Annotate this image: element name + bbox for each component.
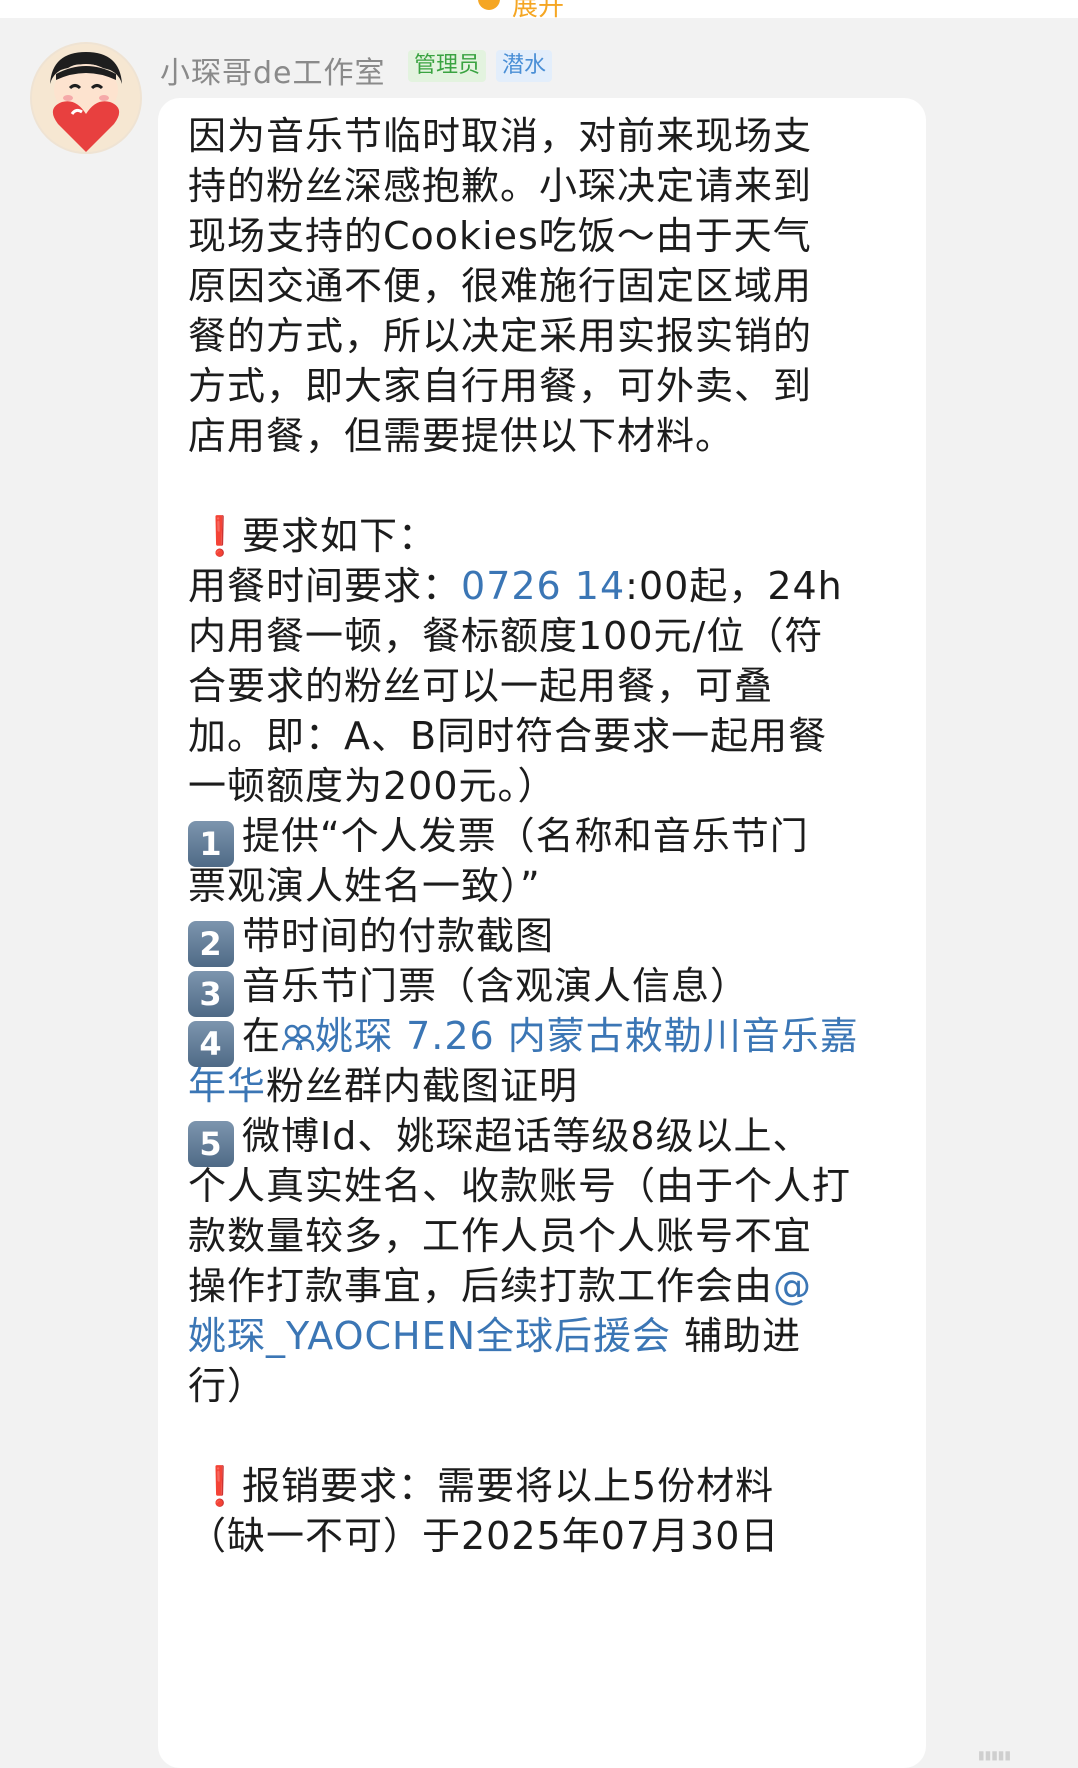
admin-badge: 管理员 [408,50,487,82]
reimbursement-title: 报销要求：需要将以上5份材料 [242,1464,775,1508]
requirements-title: 要求如下： [242,514,438,558]
message-line: 持的粉丝深感抱歉。小琛决定请来到 [188,164,813,208]
list-item-text: 辅助进 [671,1314,802,1358]
message-line: 店用餐，但需要提供以下材料。 [188,414,735,458]
message-bubble[interactable]: 因为音乐节临时取消，对前来现场支 持的粉丝深感抱歉。小琛决定请来到 现场支持的C… [158,98,926,1768]
message-line: （缺一不可）于2025年07月30日 [188,1514,780,1558]
message-line: 合要求的粉丝可以一起用餐，可叠 [188,664,774,708]
list-item-2: 2 带时间的付款截图 [188,908,555,967]
exclamation-icon: ❗ [196,1464,245,1508]
mention-at-sign[interactable]: @ [773,1264,812,1308]
message-line: 一顿额度为200元。） [188,764,557,808]
list-item-text: 微博Id、姚琛超话等级8级以上、 [242,1114,812,1158]
mention-link[interactable]: 姚琛_YAOCHEN全球后援会 [188,1314,671,1358]
list-item-4: 4 在姚琛 7.26 内蒙古敕勒川音乐嘉 [188,1008,859,1067]
meal-time-prefix: 用餐时间要求： [188,564,462,608]
message-line: 行） [188,1364,267,1408]
dive-badge: 潜水 [496,50,553,82]
group-link[interactable]: 姚琛 7.26 内蒙古敕勒川音乐嘉 [281,1014,859,1058]
svg-text:▮▮▮▮▮: ▮▮▮▮▮ [978,1748,1011,1762]
group-link-text[interactable]: 姚琛 7.26 内蒙古敕勒川音乐嘉 [315,1014,859,1058]
message-line: 方式，即大家自行用餐，可外卖、到 [188,364,813,408]
list-item-text: 音乐节门票（含观演人信息） [242,964,750,1008]
list-item-text: 操作打款事宜，后续打款工作会由 [188,1264,774,1308]
reimbursement-heading: ❗报销要求：需要将以上5份材料 [188,1458,774,1514]
meal-time-link[interactable]: 0726 14 [461,564,625,608]
message-line: 年华粉丝群内截图证明 [188,1058,578,1114]
exclamation-icon: ❗ [196,514,245,558]
message-line: 原因交通不便，很难施行固定区域用 [188,264,813,308]
meal-time-suffix: :00起，24h [625,564,843,608]
requirements-heading: ❗要求如下： [188,508,437,564]
list-item-3: 3 音乐节门票（含观演人信息） [188,958,750,1017]
list-item-prefix: 在 [242,1014,282,1058]
message-line: 因为音乐节临时取消，对前来现场支 [188,114,813,158]
message-line: 餐的方式，所以决定采用实报实销的 [188,314,813,358]
list-item-suffix: 粉丝群内截图证明 [266,1064,579,1108]
list-item-1: 1 提供“个人发票（名称和音乐节门 [188,808,809,867]
avatar-cartoon-icon [32,44,140,152]
group-chat-icon [281,1024,315,1051]
list-item-text: 提供“个人发票（名称和音乐节门 [242,814,809,858]
message-line: 加。即：A、B同时符合要求一起用餐 [188,714,828,758]
group-link-continued[interactable]: 年华 [188,1064,266,1108]
message-line: 票观演人姓名一致）” [188,864,541,908]
message-line: 内用餐一顿，餐标额度100元/位（符 [188,614,824,658]
expand-icon[interactable] [478,0,500,10]
sender-name[interactable]: 小琛哥de工作室 [160,48,386,92]
list-item-5: 5 微博Id、姚琛超话等级8级以上、 [188,1108,812,1167]
list-item-text: 带时间的付款截图 [242,914,555,958]
message-line: 姚琛_YAOCHEN全球后援会 辅助进 [188,1308,801,1364]
watermark-logo-icon: ▮▮▮▮▮ [978,1748,1011,1762]
message-line: 现场支持的Cookies吃饭～由于天气 [188,214,812,258]
meal-time-line: 用餐时间要求：0726 14:00起，24h [188,558,843,614]
message-line: 个人真实姓名、收款账号（由于个人打 [188,1164,852,1208]
message-line: 款数量较多，工作人员个人账号不宜 [188,1214,813,1258]
top-strip: 展开 [0,0,1078,22]
avatar[interactable] [30,42,142,154]
message-line: 操作打款事宜，后续打款工作会由@ [188,1258,812,1314]
expand-label[interactable]: 展开 [512,0,564,23]
